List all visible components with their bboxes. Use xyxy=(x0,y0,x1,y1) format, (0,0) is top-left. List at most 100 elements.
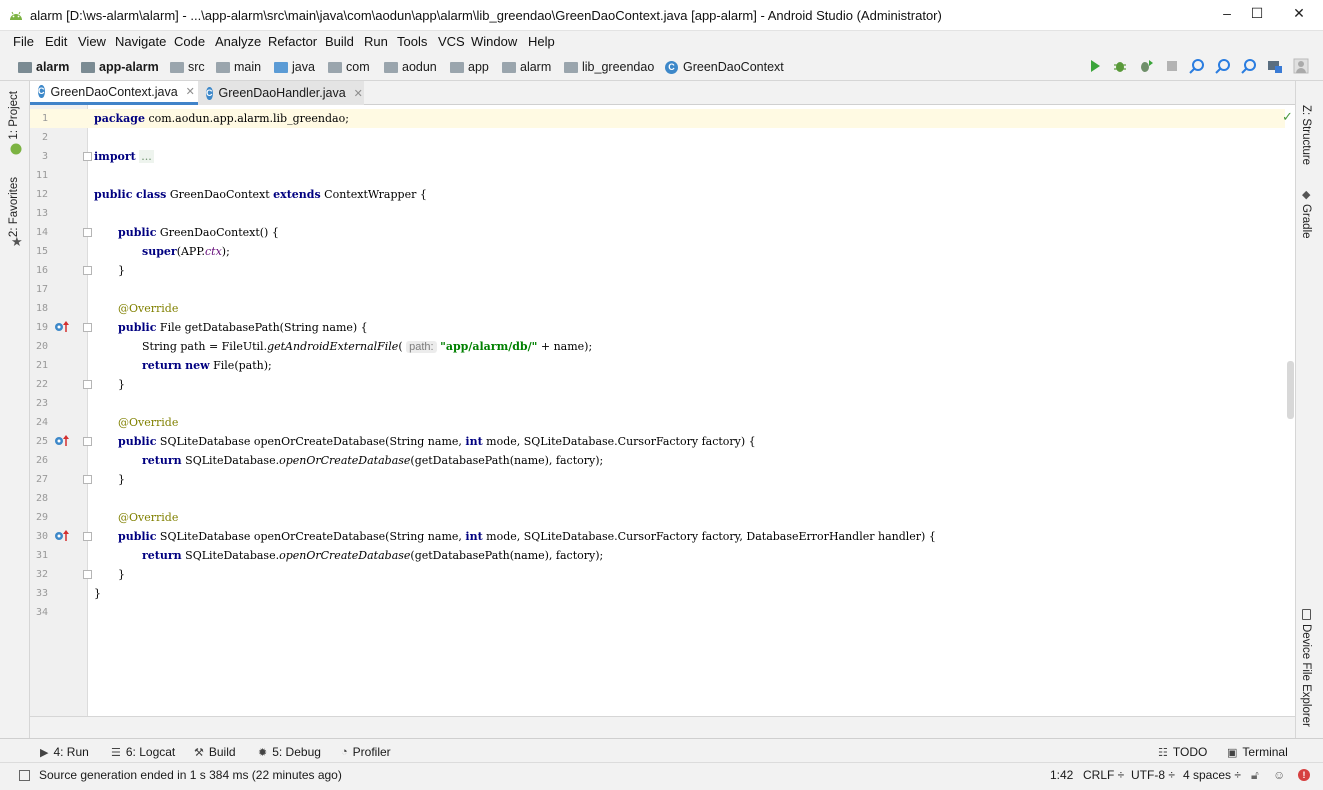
keyword: new xyxy=(185,359,210,372)
android-studio-icon xyxy=(10,11,22,20)
method-signature: SQLiteDatabase openOrCreateDatabase(Stri… xyxy=(156,435,466,448)
menu-refactor[interactable]: Refactor xyxy=(268,34,317,49)
fold-icon[interactable] xyxy=(83,152,92,161)
tool-profiler[interactable]: ◔ Profiler xyxy=(341,745,391,759)
tool-terminal[interactable]: ▣ Terminal xyxy=(1227,745,1288,759)
menu-analyze[interactable]: Analyze xyxy=(215,34,261,49)
stop-icon[interactable] xyxy=(1164,58,1180,74)
breadcrumb-com[interactable]: com xyxy=(328,60,370,74)
device-icon xyxy=(1302,609,1311,620)
menu-tools[interactable]: Tools xyxy=(397,34,427,49)
breadcrumb-aodun[interactable]: aodun xyxy=(384,60,437,74)
menu-build[interactable]: Build xyxy=(325,34,354,49)
tool-logcat[interactable]: ☰ 6: Logcat xyxy=(111,745,175,759)
folder-icon xyxy=(216,61,230,73)
package-name: com.aodun.app.alarm.lib_greendao; xyxy=(144,112,349,125)
menu-vcs[interactable]: VCS xyxy=(438,34,465,49)
breadcrumb-main[interactable]: main xyxy=(216,60,261,74)
fold-icon[interactable] xyxy=(83,532,92,541)
tab-structure[interactable]: Z: Structure xyxy=(1300,105,1312,165)
keyword: int xyxy=(465,530,483,543)
fold-icon[interactable] xyxy=(83,228,92,237)
override-marker-icon[interactable] xyxy=(54,321,70,333)
menu-code[interactable]: Code xyxy=(174,34,205,49)
tab-project[interactable]: 1: Project xyxy=(8,91,20,140)
sdk-manager-icon[interactable] xyxy=(1267,58,1283,74)
code-editor[interactable]: 1 package com.aodun.app.alarm.lib_greend… xyxy=(30,105,1295,716)
breadcrumb-lib-greendao[interactable]: lib_greendao xyxy=(564,60,654,74)
line-number: 14 xyxy=(35,227,48,238)
profile-icon[interactable] xyxy=(1293,58,1309,74)
menu-file[interactable]: File xyxy=(13,34,34,49)
logcat-icon: ☰ xyxy=(111,746,121,759)
tool-run[interactable]: ▶ 4: Run xyxy=(40,745,89,759)
breadcrumb-src[interactable]: src xyxy=(170,60,205,74)
menu-view[interactable]: View xyxy=(78,34,106,49)
tab-gradle[interactable]: Gradle xyxy=(1300,204,1312,239)
error-icon[interactable]: ! xyxy=(1298,769,1310,781)
override-marker-icon[interactable] xyxy=(54,435,70,447)
breadcrumb-java[interactable]: java xyxy=(274,60,315,74)
breadcrumb-label: src xyxy=(188,60,205,74)
breadcrumb-class[interactable]: C GreenDaoContext xyxy=(665,60,784,74)
menu-window[interactable]: Window xyxy=(471,34,517,49)
breadcrumb-app[interactable]: app xyxy=(450,60,489,74)
fold-icon[interactable] xyxy=(83,323,92,332)
close-tab-icon[interactable]: ✕ xyxy=(354,87,363,100)
inspector-icon[interactable]: ☺ xyxy=(1273,768,1285,782)
field-ref: ctx xyxy=(205,245,222,258)
close-tab-icon[interactable]: ✕ xyxy=(186,85,195,98)
fold-icon[interactable] xyxy=(83,570,92,579)
breadcrumb-alarm-pkg[interactable]: alarm xyxy=(502,60,551,74)
lock-icon[interactable]: 🔓︎ xyxy=(1251,768,1259,783)
tab-favorites[interactable]: 2: Favorites xyxy=(8,177,20,237)
fold-icon[interactable] xyxy=(83,475,92,484)
menu-run[interactable]: Run xyxy=(364,34,388,49)
attach-debugger-icon[interactable] xyxy=(1138,58,1154,74)
tool-todo[interactable]: ☷ TODO xyxy=(1158,745,1207,759)
breadcrumb-alarm[interactable]: alarm xyxy=(18,60,69,74)
run-icon[interactable] xyxy=(1087,58,1103,74)
code-text: } xyxy=(118,473,125,486)
find-usages-icon[interactable] xyxy=(1241,58,1257,74)
fold-icon[interactable] xyxy=(83,266,92,275)
tab-greendaocontext[interactable]: C GreenDaoContext.java ✕ xyxy=(30,81,198,105)
keyword: import xyxy=(94,150,136,163)
menu-edit[interactable]: Edit xyxy=(45,34,67,49)
inspection-ok-icon[interactable]: ✓ xyxy=(1282,109,1293,125)
class-icon: C xyxy=(206,86,213,100)
line-number: 23 xyxy=(35,398,48,409)
folded-imports[interactable]: ... xyxy=(139,150,154,163)
panel-toggle-icon[interactable] xyxy=(19,770,30,781)
code-text: (APP. xyxy=(176,245,205,258)
line-number: 22 xyxy=(35,379,48,390)
annotation: @Override xyxy=(118,416,179,429)
tab-greendaohandler[interactable]: C GreenDaoHandler.java ✕ xyxy=(198,81,364,105)
minimize-button[interactable]: – xyxy=(1210,0,1244,30)
caret-position[interactable]: 1:42 xyxy=(1050,768,1073,782)
close-button[interactable]: ✕ xyxy=(1275,0,1323,30)
menu-help[interactable]: Help xyxy=(528,34,555,49)
find-icon[interactable] xyxy=(1215,58,1231,74)
line-number: 3 xyxy=(41,151,48,162)
fold-icon[interactable] xyxy=(83,380,92,389)
maximize-button[interactable]: ☐ xyxy=(1240,0,1274,30)
code-text: ); xyxy=(221,245,230,258)
fold-icon[interactable] xyxy=(83,437,92,446)
debug-icon[interactable] xyxy=(1112,58,1128,74)
tool-debug[interactable]: ✹ 5: Debug xyxy=(258,745,321,759)
breadcrumb-label: java xyxy=(292,60,315,74)
vertical-scrollbar[interactable] xyxy=(1287,361,1294,419)
search-icon[interactable] xyxy=(1189,58,1205,74)
package-icon xyxy=(564,61,578,73)
breadcrumb-app-alarm[interactable]: app-alarm xyxy=(81,60,159,74)
indent-setting[interactable]: 4 spaces ÷ xyxy=(1183,768,1241,782)
run-icon: ▶ xyxy=(40,746,49,759)
package-icon xyxy=(328,61,342,73)
line-separator[interactable]: CRLF ÷ xyxy=(1083,768,1124,782)
override-marker-icon[interactable] xyxy=(54,530,70,542)
tool-build[interactable]: ⚒ Build xyxy=(194,745,236,759)
menu-navigate[interactable]: Navigate xyxy=(115,34,166,49)
file-encoding[interactable]: UTF-8 ÷ xyxy=(1131,768,1175,782)
tab-device-file-explorer[interactable]: Device File Explorer xyxy=(1300,624,1312,727)
